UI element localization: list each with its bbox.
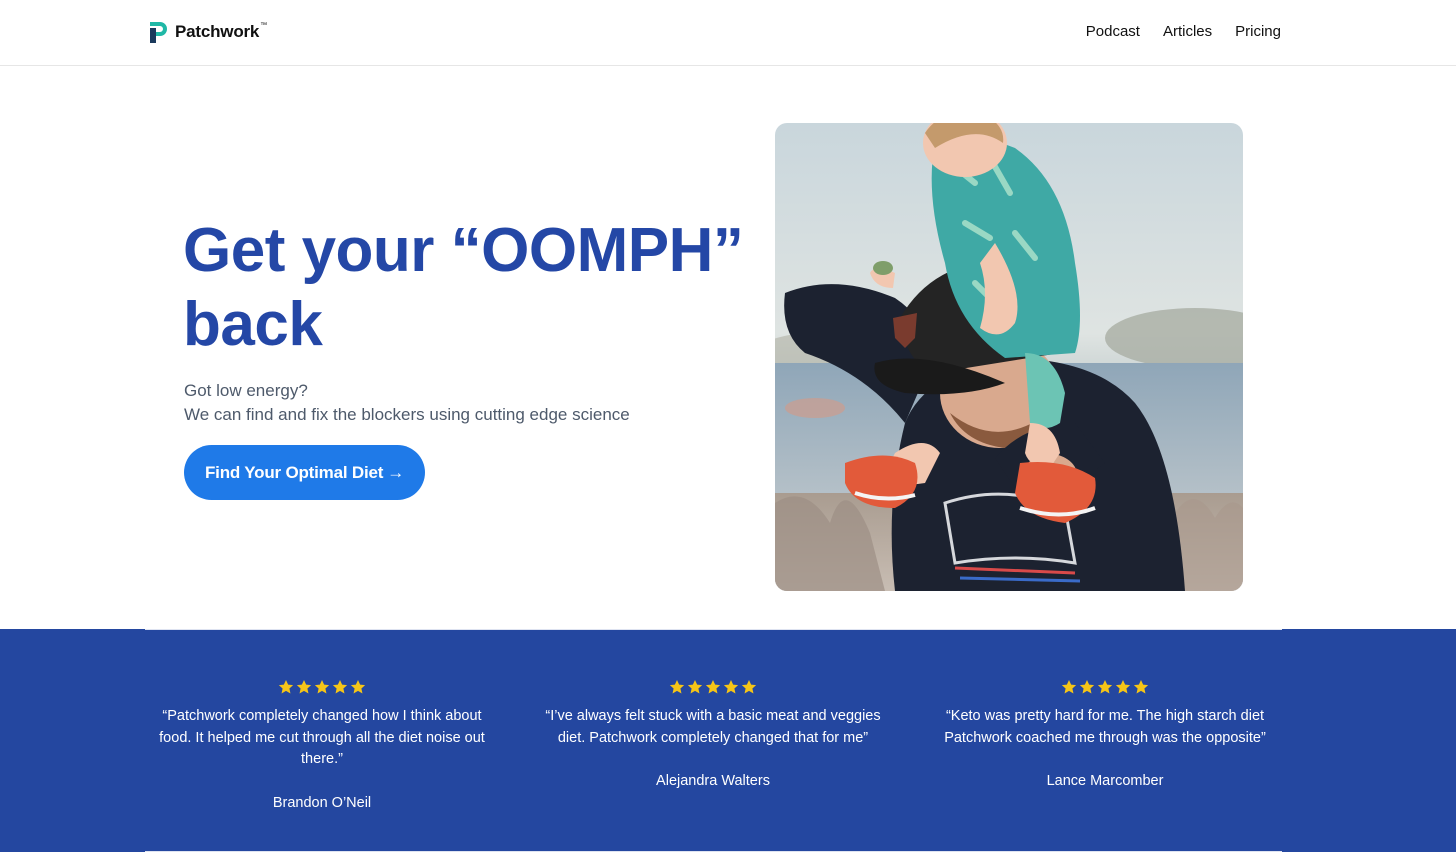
find-optimal-diet-button[interactable]: Find Your Optimal Diet → <box>184 445 425 500</box>
testimonial-quote: “I’ve always felt stuck with a basic mea… <box>545 708 881 746</box>
star-icon <box>332 680 348 694</box>
star-icon <box>314 680 330 694</box>
testimonial-quote: “Patchwork completely changed how I thin… <box>159 708 485 767</box>
divider <box>145 851 1282 852</box>
star-icon <box>687 680 703 694</box>
star-icon <box>296 680 312 694</box>
nav-link-pricing[interactable]: Pricing <box>1235 22 1281 42</box>
star-icon <box>1079 680 1095 694</box>
star-icon <box>1115 680 1131 694</box>
nav-link-podcast[interactable]: Podcast <box>1086 22 1140 42</box>
star-icon <box>669 680 685 694</box>
hero-photo <box>775 123 1243 591</box>
nav-link-articles[interactable]: Articles <box>1163 22 1212 42</box>
star-icon <box>741 680 757 694</box>
hero-subtitle-line-2: We can find and fix the blockers using c… <box>184 405 630 424</box>
star-icon <box>350 680 366 694</box>
logo-link[interactable]: Patchwork ™ <box>148 18 267 46</box>
star-rating <box>144 679 500 697</box>
testimonial-card: “I’ve always felt stuck with a basic mea… <box>535 679 891 791</box>
testimonial-author: Brandon O’Neil <box>272 794 372 811</box>
cta-label: Find Your Optimal Diet <box>204 462 384 482</box>
star-icon <box>1061 680 1077 694</box>
hero-title: Get your “OOMPH” back <box>183 216 744 359</box>
site-header: Patchwork ™ Podcast Articles Pricing <box>0 0 1456 66</box>
star-icon <box>1133 680 1149 694</box>
testimonial-author: Alejandra Walters <box>656 773 770 789</box>
patchwork-logo-icon <box>150 22 167 43</box>
star-icon <box>723 680 739 694</box>
trademark-symbol: ™ <box>260 21 268 29</box>
main-nav: Podcast Articles Pricing <box>1086 22 1281 42</box>
testimonial-card: “Keto was pretty hard for me. The high s… <box>927 679 1283 791</box>
star-rating <box>535 679 891 697</box>
hero-subtitle-line-1: Got low energy? <box>184 381 308 400</box>
divider <box>145 629 1282 630</box>
testimonials-section: “Patchwork completely changed how I thin… <box>0 629 1456 852</box>
testimonial-quote: “Keto was pretty hard for me. The high s… <box>944 708 1266 746</box>
star-icon <box>278 680 294 694</box>
arrow-right-icon: → <box>387 462 404 482</box>
testimonial-author: Lance Marcomber <box>1046 773 1164 789</box>
star-rating <box>927 679 1283 697</box>
testimonial-card: “Patchwork completely changed how I thin… <box>144 679 500 813</box>
star-icon <box>1097 680 1113 694</box>
star-icon <box>705 680 721 694</box>
hero-subtitle: Got low energy? We can find and fix the … <box>184 379 744 427</box>
brand-name: Patchwork <box>175 22 260 41</box>
